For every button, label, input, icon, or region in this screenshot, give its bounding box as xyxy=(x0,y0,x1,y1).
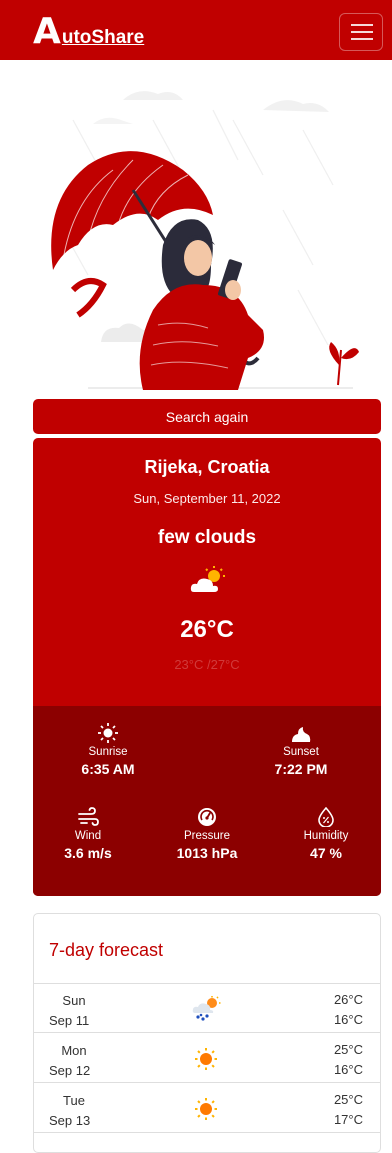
sunset-stat: Sunset 7:22 PM xyxy=(246,722,356,777)
sunrise-stat: Sunrise 6:35 AM xyxy=(53,722,163,777)
min-max-temperature: 23°C /27°C xyxy=(174,657,240,672)
humidity-value: 47 % xyxy=(310,845,342,861)
brand-logo[interactable]: A utoShare xyxy=(33,14,144,50)
forecast-date: Sep 11 xyxy=(49,1013,90,1028)
sunset-label: Sunset xyxy=(283,746,319,758)
brand-initial: A xyxy=(33,11,61,52)
sun-behind-cloud-icon xyxy=(190,566,225,592)
wind-icon xyxy=(78,807,99,826)
menu-toggle-button[interactable] xyxy=(339,13,383,51)
weather-date: Sun, September 11, 2022 xyxy=(133,491,281,506)
weather-details: Sunrise 6:35 AM Sunset 7:22 PM Wind 3.6 … xyxy=(33,706,381,896)
wind-value: 3.6 m/s xyxy=(64,845,112,861)
forecast-max: 25°C xyxy=(333,1042,363,1057)
wind-label: Wind xyxy=(74,830,102,842)
forecast-min: 16°C xyxy=(333,1012,363,1027)
hamburger-icon xyxy=(351,24,373,26)
forecast-min: 17°C xyxy=(333,1112,363,1127)
forecast-min: 16°C xyxy=(333,1062,363,1077)
hamburger-icon xyxy=(351,31,373,33)
sun-icon xyxy=(195,1048,217,1070)
humidity-stat: Humidity 47 % xyxy=(271,806,381,861)
umbrella-woman-illustration xyxy=(51,91,359,390)
pressure-label: Pressure xyxy=(183,830,231,842)
sunrise-label: Sunrise xyxy=(88,746,128,758)
pressure-value: 1013 hPa xyxy=(176,845,238,861)
sunset-value: 7:22 PM xyxy=(274,761,328,777)
humidity-label: Humidity xyxy=(303,830,349,842)
forecast-date: Sep 13 xyxy=(49,1113,91,1128)
forecast-row: Sun Sep 11 26°C 16°C xyxy=(34,984,380,1033)
humidity-drop-icon xyxy=(318,807,334,827)
search-again-button[interactable]: Search again xyxy=(33,399,381,434)
location-name: Rijeka, Croatia xyxy=(144,457,270,477)
forecast-card: 7-day forecast Sun Sep 11 26°C 16°C Mon Sep… xyxy=(33,913,381,1153)
sun-cloud-rain-icon xyxy=(192,996,221,1021)
forecast-title: 7-day forecast xyxy=(49,940,164,960)
hamburger-icon xyxy=(351,38,373,40)
current-weather-card: Rijeka, Croatia Sun, September 11, 2022 … xyxy=(33,438,381,896)
forecast-day: Sun xyxy=(62,993,86,1008)
brand-name: utoShare xyxy=(61,27,145,48)
forecast-day: Tue xyxy=(63,1093,85,1108)
sunrise-value: 6:35 AM xyxy=(81,761,135,777)
sun-icon xyxy=(98,723,118,743)
current-weather-summary: Rijeka, Croatia Sun, September 11, 2022 … xyxy=(33,438,381,706)
forecast-max: 25°C xyxy=(333,1092,363,1107)
forecast-row: Mon Sep 12 25°C 16°C xyxy=(34,1034,380,1083)
forecast-row: Tue Sep 13 25°C 17°C xyxy=(34,1084,380,1133)
forecast-max: 26°C xyxy=(333,992,363,1007)
forecast-date: Sep 12 xyxy=(49,1063,91,1078)
wind-stat: Wind 3.6 m/s xyxy=(33,806,143,861)
navbar: A utoShare xyxy=(0,0,392,60)
gauge-icon xyxy=(198,808,216,826)
forecast-day: Mon xyxy=(61,1043,87,1058)
pressure-stat: Pressure 1013 hPa xyxy=(152,806,262,861)
weather-description: few clouds xyxy=(157,527,257,548)
sunset-icon xyxy=(292,727,311,742)
current-temperature: 26°C xyxy=(180,616,234,643)
sun-icon xyxy=(195,1098,217,1120)
